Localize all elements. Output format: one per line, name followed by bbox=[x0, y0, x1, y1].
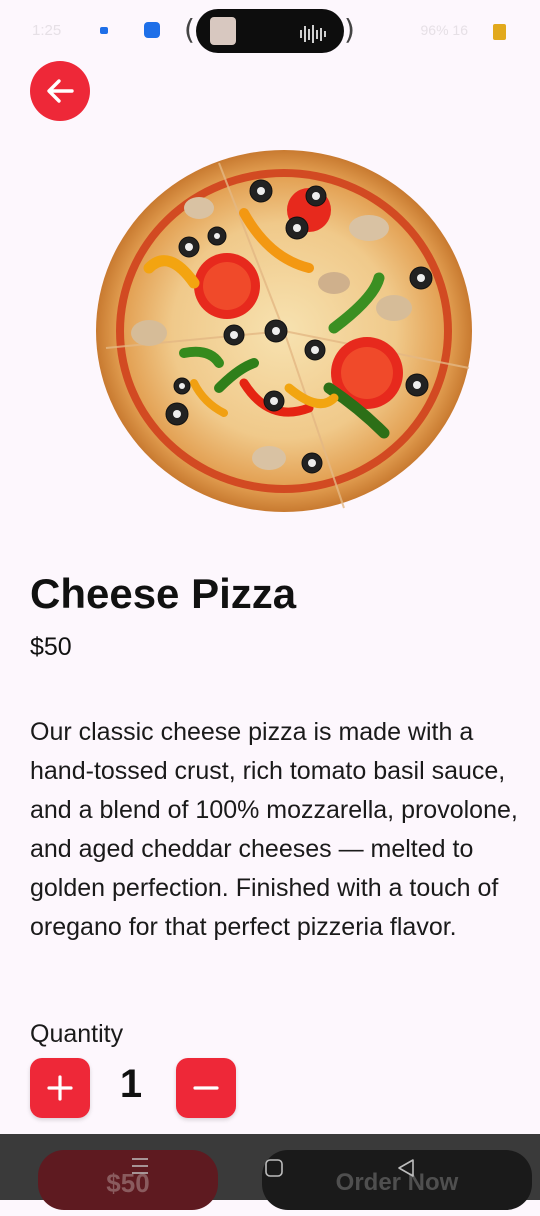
back-button[interactable] bbox=[30, 61, 90, 121]
minus-icon bbox=[193, 1086, 219, 1090]
bottom-bar: $50 Order Now bbox=[0, 1134, 540, 1210]
media-island[interactable] bbox=[196, 9, 344, 53]
increment-button[interactable] bbox=[30, 1058, 90, 1118]
menu-lines-icon[interactable] bbox=[130, 1156, 150, 1176]
total-price-button[interactable]: $50 bbox=[38, 1150, 218, 1210]
app-notification-icon bbox=[144, 22, 160, 38]
audio-wave-icon bbox=[300, 25, 326, 43]
paren-right-icon: ) bbox=[344, 13, 355, 46]
product-price: $50 bbox=[30, 633, 72, 661]
product-title: Cheese Pizza bbox=[30, 570, 297, 617]
status-right-text: 96% 16 bbox=[420, 22, 468, 38]
triangle-back-icon[interactable] bbox=[396, 1158, 416, 1178]
square-home-icon[interactable] bbox=[264, 1158, 284, 1178]
battery-icon bbox=[493, 24, 506, 40]
product-image bbox=[94, 148, 474, 514]
notification-icon bbox=[100, 27, 108, 34]
media-thumbnail bbox=[210, 17, 236, 45]
plus-icon bbox=[47, 1075, 73, 1101]
quantity-label: Quantity bbox=[30, 1020, 124, 1048]
status-time: 1:25 bbox=[32, 22, 62, 39]
decrement-button[interactable] bbox=[176, 1058, 236, 1118]
product-description: Our classic cheese pizza is made with a … bbox=[30, 718, 518, 941]
status-bar: 1:25 ( ) 96% 16 bbox=[0, 0, 540, 62]
arrow-left-icon bbox=[47, 79, 74, 103]
quantity-value: 1 bbox=[119, 1062, 143, 1106]
paren-left-icon: ( bbox=[184, 13, 195, 46]
